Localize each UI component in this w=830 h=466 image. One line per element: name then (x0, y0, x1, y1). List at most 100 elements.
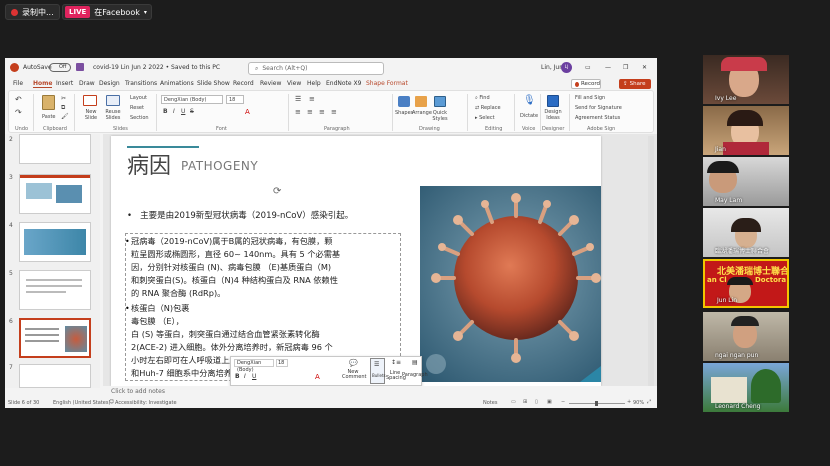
zoom-slider-thumb[interactable] (595, 401, 598, 406)
font-color-icon[interactable]: A (245, 108, 250, 116)
paragraph-line[interactable]: 冠病毒（2019-nCoV)属于B属的冠状病毒，有包膜，颗 (131, 235, 333, 248)
section-button[interactable]: Section (130, 115, 149, 121)
find-button[interactable]: ⌕ Find (475, 95, 490, 101)
slide-thumbnail[interactable] (19, 364, 91, 388)
new-comment-label[interactable]: New Comment (342, 370, 367, 380)
paragraph-line[interactable]: 的 RNA 聚合酶 (RdRp)。 (131, 287, 225, 300)
microphone-icon[interactable]: 🎙 (523, 95, 536, 106)
menu-shape-format[interactable]: Shape Format (366, 80, 408, 87)
redo-icon[interactable]: ↷ (15, 108, 22, 117)
close-icon[interactable]: ✕ (642, 64, 647, 71)
mini-font-color-icon[interactable]: A (315, 373, 320, 381)
reuse-slides-label[interactable]: Reuse Slides (101, 109, 125, 121)
slide-thumbnail[interactable] (19, 134, 91, 164)
paragraph-line[interactable]: 粒呈圆形或椭圆形，直径 60~ 140nm。具有 5 个必需基 (131, 248, 340, 261)
undo-icon[interactable]: ↶ (15, 95, 22, 104)
recording-indicator[interactable]: 录制中... (5, 4, 60, 20)
shapes-icon[interactable] (398, 96, 410, 107)
align-right-icon[interactable]: ≡ (319, 108, 325, 116)
reset-button[interactable]: Reset (130, 105, 144, 111)
paragraph-line[interactable]: 因，分别针对核蛋白 (N)、病毒包膜 （E)基质蛋白（M) (131, 261, 331, 274)
slide-thumbnail[interactable] (19, 270, 91, 310)
bullets-icon[interactable]: ☰ (295, 95, 301, 103)
menu-view[interactable]: View (287, 80, 301, 87)
paragraph-line[interactable]: 毒包膜 （E）， (131, 315, 184, 328)
participant-tile[interactable]: Jian (703, 106, 789, 155)
menu-help[interactable]: Help (307, 80, 321, 87)
menu-endnote[interactable]: EndNote X9 (326, 80, 361, 87)
design-ideas-icon[interactable] (547, 95, 559, 107)
mini-bold-icon[interactable]: B (235, 373, 240, 380)
menu-file[interactable]: File (13, 80, 23, 87)
mini-underline-icon[interactable]: U (252, 373, 256, 380)
paragraph-line[interactable]: 白 (S) 等蛋白，刺突蛋白通过结合血管紧张素转化酶 (131, 328, 320, 341)
paste-icon[interactable] (42, 95, 55, 110)
coronavirus-image[interactable] (420, 186, 601, 382)
numbering-icon[interactable]: ≡ (309, 95, 315, 103)
accessibility-status[interactable]: Accessibility: Investigate (115, 400, 177, 406)
slide-sorter-icon[interactable]: ⊞ (523, 399, 527, 405)
reuse-slides-icon[interactable] (106, 95, 120, 106)
menu-record[interactable]: Record (233, 80, 254, 87)
avatar[interactable]: LJ (561, 62, 572, 73)
autosave-toggle[interactable]: Off (49, 63, 71, 72)
menu-slide-show[interactable]: Slide Show (197, 80, 230, 87)
menu-review[interactable]: Review (260, 80, 281, 87)
restore-icon[interactable]: ❐ (623, 64, 628, 71)
paragraph-label[interactable]: Paragraph (402, 372, 428, 378)
layout-button[interactable]: Layout (130, 95, 147, 101)
copy-icon[interactable]: ⧉ (61, 104, 65, 112)
participant-tile[interactable]: Leonard Cheng (703, 363, 789, 412)
line-spacing-icon[interactable]: ↕≡ (391, 359, 401, 366)
save-icon[interactable] (76, 63, 84, 71)
slide-title-en[interactable]: PATHOGENY (181, 159, 258, 173)
strikethrough-icon[interactable]: S (190, 108, 194, 115)
quick-styles-label[interactable]: Quick Styles (430, 110, 450, 122)
participant-tile[interactable]: 臨湖潘瑞博士聯合會 (703, 208, 789, 257)
reading-view-icon[interactable]: ▯ (535, 399, 538, 405)
bold-icon[interactable]: B (163, 108, 168, 115)
italic-icon[interactable]: I (173, 108, 175, 115)
paragraph-icon[interactable]: ▤ (412, 359, 418, 366)
paragraph-line[interactable]: 和刺突蛋白(S)。核蛋白（N)4 种结构蛋白及 RNA 依赖性 (131, 274, 338, 287)
align-left-icon[interactable]: ≡ (295, 108, 301, 116)
select-button[interactable]: ▸ Select (475, 115, 495, 121)
menu-transitions[interactable]: Transitions (125, 80, 157, 87)
record-button[interactable]: Record (571, 79, 601, 89)
search-box[interactable]: ⌕ Search (Alt+Q) (248, 62, 384, 75)
vertical-scrollbar[interactable] (648, 136, 654, 386)
justify-icon[interactable]: ≡ (331, 108, 337, 116)
slide-title-cn[interactable]: 病因 (127, 148, 171, 180)
rotate-handle-icon[interactable]: ⟳ (273, 186, 281, 197)
slide-thumbnail-selected[interactable] (19, 318, 91, 358)
paste-label[interactable]: Paste (42, 114, 56, 120)
agreement-status-button[interactable]: Agreement Status (575, 115, 620, 121)
ribbon-display-icon[interactable]: ▭ (585, 64, 591, 71)
zoom-out-icon[interactable]: − (561, 399, 565, 405)
bullets-button[interactable]: ☰ Bullets (370, 358, 386, 384)
align-center-icon[interactable]: ≡ (307, 108, 313, 116)
slideshow-icon[interactable]: ▣ (547, 399, 552, 405)
slide-thumbnail[interactable] (19, 222, 91, 262)
fit-slide-icon[interactable]: ⤢ (647, 399, 651, 405)
notes-pane[interactable]: Click to add notes (103, 386, 657, 397)
shapes-label[interactable]: Shapes (395, 110, 413, 116)
slide[interactable]: 病因 PATHOGENY ⟳ • 主要是由2019新型冠状病毒（2019-nCo… (111, 136, 601, 386)
participant-tile[interactable]: ngai ngan pun (703, 312, 789, 361)
menu-design[interactable]: Design (99, 80, 120, 87)
cut-icon[interactable]: ✂ (61, 95, 66, 102)
replace-button[interactable]: ⇄ Replace (475, 105, 501, 111)
paragraph-line[interactable]: 2(ACE-2) 进入细胞。体外分离培养时，新冠病毒 96 个 (131, 341, 333, 354)
notes-toggle[interactable]: Notes (483, 400, 497, 406)
participant-tile[interactable]: May Lam (703, 157, 789, 206)
mini-italic-icon[interactable]: I (244, 373, 246, 380)
fill-sign-button[interactable]: Fill and Sign (575, 95, 605, 101)
menu-draw[interactable]: Draw (79, 80, 95, 87)
arrange-icon[interactable] (415, 96, 427, 107)
zoom-in-icon[interactable]: + (627, 399, 631, 405)
menu-home[interactable]: Home (33, 80, 53, 88)
new-slide-icon[interactable] (83, 95, 97, 106)
normal-view-icon[interactable]: ▭ (511, 399, 516, 405)
mini-font-select[interactable]: DengXian (Body) (234, 359, 274, 373)
mini-size-select[interactable]: 18 (276, 359, 288, 367)
